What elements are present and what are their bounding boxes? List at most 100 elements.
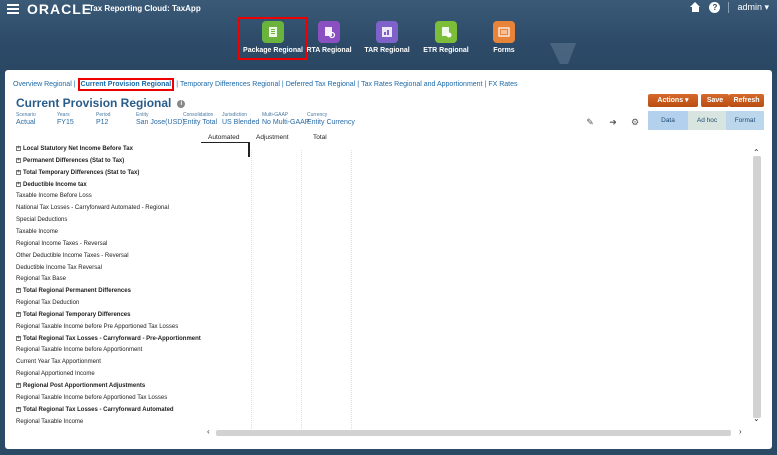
pov-value: US Blended: [222, 119, 260, 126]
pov-consolidation[interactable]: Consolidation Entity Total: [183, 112, 217, 126]
package-icon: [262, 21, 284, 43]
info-icon[interactable]: i: [177, 99, 186, 108]
expand-icon[interactable]: +: [16, 169, 21, 175]
tab-fx-rates[interactable]: FX Rates: [488, 81, 517, 88]
pov-years[interactable]: Years FY15: [57, 112, 74, 126]
row-label: Total Regional Temporary Differences: [23, 311, 131, 318]
tab-separator: |: [357, 81, 360, 88]
arrow-right-icon[interactable]: ➜: [608, 117, 618, 127]
row-label: Taxable Income Before Loss: [16, 193, 92, 200]
pov-label: Entity: [136, 112, 149, 118]
row-label: Regional Income Taxes - Reversal: [16, 240, 108, 247]
top-right-controls: ? admin ▾: [690, 2, 769, 13]
row-header[interactable]: + Regional Post Apportionment Adjustments: [16, 383, 145, 389]
row-label: Total Regional Tax Losses - Carryforward…: [23, 406, 174, 413]
help-icon[interactable]: ?: [709, 2, 721, 13]
edit-icon[interactable]: ✎: [585, 117, 595, 127]
pov-entity[interactable]: Entity San Jose(USD): [136, 112, 185, 126]
pov-value: Actual: [16, 119, 36, 126]
tab-overview-regional[interactable]: Overview Regional: [13, 81, 72, 88]
expand-icon[interactable]: +: [16, 181, 21, 187]
row-header: Regional Tax Deduction: [16, 300, 79, 306]
gear-icon[interactable]: ⚙: [630, 117, 640, 127]
row-label: Special Deductions: [16, 217, 68, 224]
row-label: Regional Taxable Income: [16, 418, 84, 425]
home-icon[interactable]: [690, 2, 701, 13]
refresh-button[interactable]: Refresh: [729, 94, 764, 107]
scroll-left-icon[interactable]: ‹: [207, 427, 210, 436]
row-header[interactable]: + Total Regional Tax Losses - Carryforwar…: [16, 335, 201, 342]
forms-icon: [493, 21, 515, 43]
selected-cell[interactable]: [201, 142, 250, 157]
row-header[interactable]: + Total Regional Permanent Differences: [16, 288, 131, 294]
expand-icon[interactable]: +: [16, 335, 21, 341]
pov-value: P12: [96, 119, 109, 126]
expand-icon[interactable]: +: [16, 157, 21, 163]
row-header: Taxable Income: [16, 229, 58, 235]
horizontal-scrollbar[interactable]: [216, 430, 731, 436]
pov-jurisdiction[interactable]: Jurisdiction US Blended: [222, 112, 259, 126]
vertical-scrollbar[interactable]: [753, 156, 761, 418]
row-header: Regional Taxable Income before Pre Appor…: [16, 324, 178, 330]
row-label: Total Regional Tax Losses - Carryforward…: [23, 335, 201, 342]
row-header: Regional Taxable Income before Apportion…: [16, 347, 142, 353]
row-header[interactable]: + Total Regional Temporary Differences: [16, 311, 131, 318]
row-header: Regional Apportioned Income: [16, 371, 95, 377]
pov-value: Entity Currency: [307, 119, 355, 126]
grid-column-line: [301, 150, 302, 435]
row-header: Taxable Income Before Loss: [16, 193, 92, 199]
row-label: Regional Apportioned Income: [16, 371, 95, 378]
row-label: National Tax Losses - Carryforward Autom…: [16, 205, 169, 212]
scroll-right-icon[interactable]: ›: [739, 427, 742, 436]
expand-icon[interactable]: +: [16, 311, 21, 317]
row-header: National Tax Losses - Carryforward Autom…: [16, 205, 169, 211]
scroll-down-icon[interactable]: ⌄: [753, 414, 760, 423]
grid-column-line: [251, 150, 252, 435]
row-label: Local Statutory Net Income Before Tax: [23, 146, 133, 153]
row-header: Current Year Tax Apportionment: [16, 359, 101, 365]
row-label: Regional Post Apportionment Adjustments: [23, 383, 146, 390]
pov-scenario[interactable]: Scenario Actual: [16, 112, 36, 126]
expand-icon[interactable]: +: [16, 406, 21, 412]
pov-value: FY15: [57, 119, 74, 126]
expand-icon[interactable]: +: [16, 146, 21, 151]
pov-multi-gaap[interactable]: Multi-GAAP No Multi-GAAP: [262, 112, 309, 126]
page-title: Current Provision Regional i: [16, 96, 186, 110]
row-label: Total Regional Permanent Differences: [23, 288, 131, 295]
tab-format[interactable]: Format: [726, 111, 764, 130]
tab-tax-rates-regional[interactable]: Tax Rates Regional and Apportionment: [361, 81, 482, 88]
column-header-automated: Automated: [208, 134, 240, 141]
user-menu[interactable]: admin ▾: [737, 2, 769, 13]
expand-icon[interactable]: +: [16, 288, 21, 294]
tab-temporary-differences-regional[interactable]: Temporary Differences Regional: [180, 81, 280, 88]
row-header[interactable]: + Local Statutory Net Income Before Tax: [16, 146, 133, 152]
grid-column-line: [351, 150, 352, 435]
row-label: Current Year Tax Apportionment: [16, 359, 101, 366]
top-banner: ORACLE Tax Reporting Cloud: TaxApp ? adm…: [0, 0, 777, 70]
row-header: Regional Taxable Income before Apportion…: [16, 395, 167, 401]
row-label: Permanent Differences (Stat to Tax): [23, 157, 125, 164]
pov-currency[interactable]: Currency Entity Currency: [307, 112, 355, 126]
card-forms[interactable]: Forms: [469, 21, 539, 54]
row-label: Regional Tax Base: [16, 276, 66, 283]
actions-button[interactable]: Actions ▾: [648, 94, 698, 107]
tab-deferred-tax-regional[interactable]: Deferred Tax Regional: [286, 81, 356, 88]
row-header[interactable]: + Permanent Differences (Stat to Tax): [16, 157, 125, 164]
tab-data[interactable]: Data: [648, 111, 688, 130]
tab-ad-hoc[interactable]: Ad hoc: [688, 111, 726, 130]
save-button[interactable]: Save: [701, 94, 729, 107]
row-header[interactable]: + Total Regional Tax Losses - Carryforwar…: [16, 406, 174, 413]
expand-icon[interactable]: +: [16, 383, 21, 388]
menu-icon[interactable]: [7, 4, 19, 14]
pov-value: San Jose(USD): [136, 119, 185, 126]
decorative-graphic: [550, 43, 576, 64]
tar-icon: [376, 21, 398, 43]
row-header[interactable]: + Deductible Income tax: [16, 181, 87, 188]
row-header[interactable]: + Total Temporary Differences (Stat to Ta…: [16, 169, 139, 176]
tab-current-provision-regional[interactable]: Current Provision Regional: [77, 78, 175, 91]
pov-period[interactable]: Period P12: [96, 112, 110, 126]
pov-label: Years: [57, 112, 70, 118]
card-label: Forms: [493, 47, 515, 54]
pov-label: Currency: [307, 112, 328, 118]
row-label: Deductible Income tax: [23, 181, 87, 188]
